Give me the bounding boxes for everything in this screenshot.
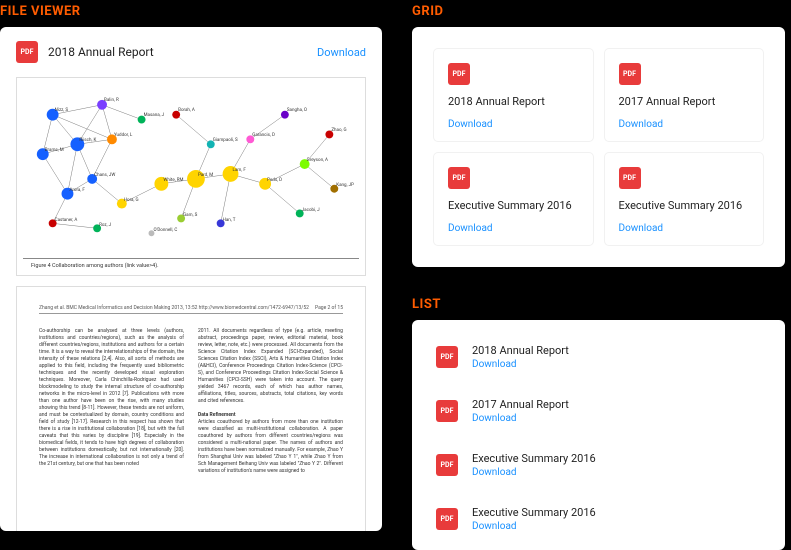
file-title: Executive Summary 2016: [448, 199, 579, 212]
viewer-header: PDF 2018 Annual Report Download: [0, 27, 382, 77]
graph-node-label: Riisch, K: [79, 138, 96, 143]
download-link[interactable]: Download: [619, 119, 664, 130]
pdf-icon: PDF: [619, 63, 641, 85]
download-link[interactable]: Download: [472, 521, 596, 532]
figure-caption: Figure 4 Collaboration among authors (li…: [23, 258, 359, 269]
graph-node-label: Jacobi, J: [302, 208, 320, 213]
graph-node-label: Arora, F: [69, 188, 84, 193]
graph-node-label: Gam, S: [183, 213, 197, 218]
graph-node-label: Han, T: [223, 218, 236, 223]
section-title-list: LIST: [412, 293, 785, 320]
graph-node-label: Greyson, A: [307, 158, 328, 163]
pdf-icon: PDF: [436, 508, 458, 530]
graph-node-label: Pard, M: [198, 173, 213, 178]
viewer-file-title: 2018 Annual Report: [48, 45, 307, 59]
graph-node-label: Brams, M: [45, 148, 64, 153]
grid-panel: PDF 2018 Annual Report Download PDF 2017 Ann…: [412, 27, 785, 267]
graph-node-label: Nizz, S: [55, 108, 68, 113]
graph-node-label: Peds, D: [267, 178, 282, 183]
graph-node-label: Castaner, A: [55, 218, 78, 223]
pdf-icon: PDF: [619, 167, 641, 189]
collaboration-graph: Nizz, S Balin, R Brams, M Riisch, K Yuddor, …: [23, 84, 359, 254]
grid-card[interactable]: PDF 2018 Annual Report Download: [434, 49, 593, 141]
graph-node-label: Masana, J: [144, 113, 165, 118]
file-title: Executive Summary 2016: [472, 506, 596, 519]
grid-card[interactable]: PDF Executive Summary 2016 Download: [434, 153, 593, 245]
graph-node-label: Borah, A: [178, 108, 195, 113]
running-header-left: Zhang et al. BMC Medical Informatics and…: [39, 305, 309, 311]
list-row[interactable]: PDF Executive Summary 2016 Download: [418, 492, 779, 546]
pdf-icon: PDF: [436, 400, 458, 422]
download-link[interactable]: Download: [448, 119, 493, 130]
graph-node-label: Garancis, D: [252, 133, 275, 138]
section-title-file-viewer: FILE VIEWER: [0, 0, 382, 27]
graph-node-label: Kang, JP: [336, 183, 354, 188]
graph-node-label: O'Donnell, C: [153, 228, 177, 233]
viewer-scroll-area[interactable]: Nizz, S Balin, R Brams, M Riisch, K Yuddor, …: [0, 77, 382, 531]
download-link[interactable]: Download: [472, 359, 569, 370]
section-title-grid: GRID: [412, 0, 785, 27]
pdf-icon: PDF: [448, 167, 470, 189]
pdf-icon: PDF: [16, 41, 38, 63]
download-link[interactable]: Download: [448, 223, 493, 234]
grid-card[interactable]: PDF Executive Summary 2016 Download: [605, 153, 764, 245]
file-title: Executive Summary 2016: [619, 199, 750, 212]
file-title: Executive Summary 2016: [472, 452, 596, 465]
list-row[interactable]: PDF 2018 Annual Report Download: [418, 330, 779, 384]
graph-node-label: White, RM: [163, 178, 183, 183]
text-column-left: Co-authorship can be analysed at three l…: [39, 328, 184, 475]
list-panel: PDF 2018 Annual Report Download PDF 2017 Ann…: [412, 320, 785, 550]
file-title: 2017 Annual Report: [472, 398, 569, 411]
graph-node-label: Sangha, O: [287, 108, 307, 113]
pdf-icon: PDF: [436, 454, 458, 476]
graph-node-label: Balin, R: [104, 98, 119, 103]
download-link[interactable]: Download: [619, 223, 664, 234]
file-title: 2018 Annual Report: [472, 344, 569, 357]
graph-node-label: Hora, G: [124, 198, 139, 203]
graph-node-label: Giampaoli, S: [213, 138, 238, 143]
document-page-text: Zhang et al. BMC Medical Informatics and…: [16, 286, 366, 531]
list-row[interactable]: PDF 2017 Annual Report Download: [418, 384, 779, 438]
grid-card[interactable]: PDF 2017 Annual Report Download: [605, 49, 764, 141]
file-title: 2017 Annual Report: [619, 95, 750, 108]
list-row[interactable]: PDF Executive Summary 2016 Download: [418, 438, 779, 492]
running-header-right: Page 2 of 15: [315, 305, 343, 311]
graph-node-label: Roz, J: [99, 223, 111, 228]
download-link[interactable]: Download: [472, 413, 569, 424]
document-page-graph: Nizz, S Balin, R Brams, M Riisch, K Yuddor, …: [16, 77, 366, 276]
graph-node-label: Zhao, G: [331, 128, 346, 133]
text-column-right: 2011. All documents regardless of type (…: [198, 328, 343, 475]
download-link[interactable]: Download: [472, 467, 596, 478]
graph-node-label: Yuddor, L: [114, 133, 132, 138]
download-link[interactable]: Download: [317, 46, 366, 59]
file-title: 2018 Annual Report: [448, 95, 579, 108]
graph-node-label: Lam, F: [233, 168, 246, 173]
pdf-icon: PDF: [448, 63, 470, 85]
file-viewer-panel: PDF 2018 Annual Report Download: [0, 27, 382, 531]
pdf-icon: PDF: [436, 346, 458, 368]
graph-node-label: Chans, JW: [94, 173, 115, 178]
